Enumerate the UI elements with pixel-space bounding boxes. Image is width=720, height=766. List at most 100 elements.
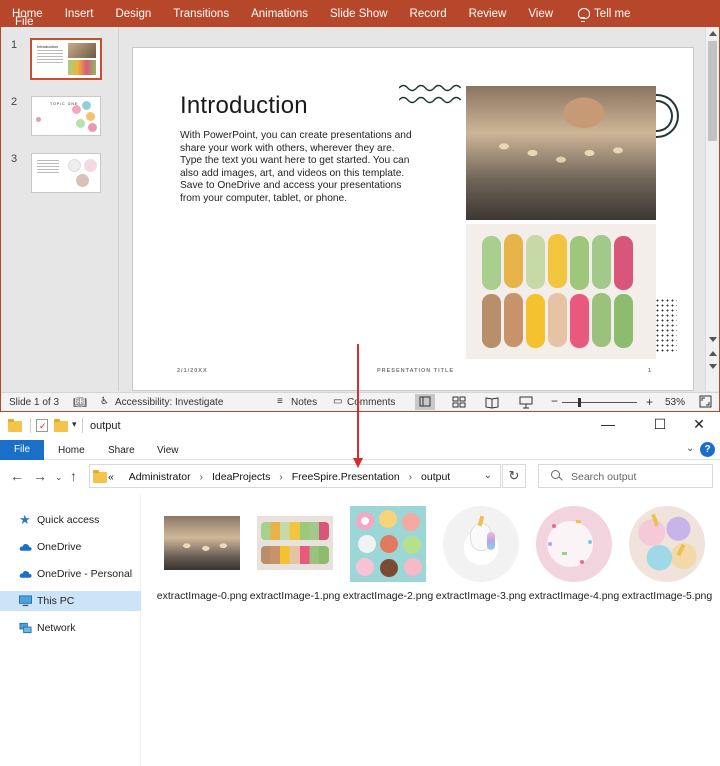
folder-icon xyxy=(8,419,22,432)
slide-sorter-button[interactable] xyxy=(449,394,469,410)
zoom-out-button[interactable]: − xyxy=(551,394,558,408)
tab-file[interactable]: File xyxy=(0,440,44,460)
thumbnail-image xyxy=(68,60,96,75)
new-folder-icon[interactable] xyxy=(54,419,68,432)
file-name: extractImage-4.png xyxy=(528,590,620,602)
tab-review[interactable]: Review xyxy=(458,1,518,27)
thumbnail-row-1[interactable]: 1 Introduction xyxy=(1,27,119,80)
tab-transitions[interactable]: Transitions xyxy=(162,1,240,27)
macaron xyxy=(526,294,545,348)
breadcrumb-overflow[interactable]: « xyxy=(108,471,114,483)
macaron xyxy=(548,293,567,347)
thumbnail-donut xyxy=(82,101,91,110)
address-dropdown-icon[interactable]: ⌄ xyxy=(484,470,492,481)
comments-button[interactable]: Comments xyxy=(347,397,395,408)
thumbnail-row-3[interactable]: 3 xyxy=(1,141,119,193)
back-arrow-icon[interactable]: ← xyxy=(10,468,24,484)
normal-view-button[interactable] xyxy=(415,394,435,410)
unicorn-mane xyxy=(487,532,495,550)
nav-item-quick-access[interactable]: ★ Quick access xyxy=(0,510,141,530)
maximize-button[interactable]: ☐ xyxy=(650,416,670,433)
slide-thumbnail-2[interactable]: TOPIC ONE xyxy=(31,96,101,136)
unicorn-horn xyxy=(651,513,659,527)
slide-sorter-icon xyxy=(452,396,466,408)
tab-share[interactable]: Share xyxy=(108,445,135,456)
tell-me-search[interactable]: Tell me xyxy=(564,8,630,22)
donut xyxy=(404,558,422,576)
macarons-photo[interactable] xyxy=(466,224,656,359)
breadcrumb-administrator[interactable]: Administrator xyxy=(129,471,191,483)
thumbnail-donut xyxy=(76,119,85,128)
up-arrow-icon[interactable]: ↑ xyxy=(70,468,77,484)
slide-thumbnail-1[interactable]: Introduction xyxy=(30,38,102,80)
slide-body-text[interactable]: With PowerPoint, you can create presenta… xyxy=(180,130,415,206)
thumbnail-row-2[interactable]: 2 TOPIC ONE xyxy=(1,84,119,136)
status-bar: Slide 1 of 3 📖︎ ♿︎ Accessibility: Invest… xyxy=(1,392,719,411)
forward-arrow-icon[interactable]: → xyxy=(33,468,47,484)
nav-item-this-pc[interactable]: This PC xyxy=(0,591,141,611)
nav-item-label: This PC xyxy=(37,595,75,607)
file-item[interactable]: extractImage-0.png xyxy=(156,502,248,612)
breadcrumb-output[interactable]: output xyxy=(421,471,450,483)
breadcrumb-ideaprojects[interactable]: IdeaProjects xyxy=(212,471,270,483)
bakery-photo[interactable] xyxy=(466,86,656,220)
spell-check-icon[interactable]: 📖︎ xyxy=(73,396,87,409)
slide-title[interactable]: Introduction xyxy=(180,92,308,120)
scrollbar-thumb[interactable] xyxy=(708,41,717,141)
scroll-down-arrow-icon[interactable] xyxy=(709,337,717,342)
zoom-slider-thumb[interactable] xyxy=(578,398,581,407)
address-bar[interactable]: « Administrator › IdeaProjects › FreeSpi… xyxy=(89,464,501,488)
scroll-up-arrow-icon[interactable] xyxy=(709,31,717,36)
zoom-level[interactable]: 53% xyxy=(665,397,685,408)
fit-window-icon xyxy=(699,395,712,408)
donut xyxy=(403,536,421,554)
tab-animations[interactable]: Animations xyxy=(240,1,319,27)
refresh-button[interactable]: ↻ xyxy=(502,464,526,488)
zoom-slider[interactable] xyxy=(562,402,637,403)
accessibility-icon[interactable]: ♿︎ xyxy=(100,396,109,407)
file-item[interactable]: extractImage-4.png xyxy=(528,502,620,612)
tab-record[interactable]: Record xyxy=(399,1,458,27)
previous-slide-icon[interactable] xyxy=(709,351,717,356)
tab-home[interactable]: Home xyxy=(58,445,85,456)
file-item[interactable]: extractImage-3.png xyxy=(435,502,527,612)
file-item[interactable]: extractImage-1.png xyxy=(249,502,341,612)
slide-show-button[interactable] xyxy=(516,394,536,410)
tab-design[interactable]: Design xyxy=(104,1,162,27)
network-icon xyxy=(19,622,32,634)
tab-slide-show[interactable]: Slide Show xyxy=(319,1,399,27)
nav-item-onedrive[interactable]: OneDrive xyxy=(0,537,141,557)
breadcrumb-freespire-presentation[interactable]: FreeSpire.Presentation xyxy=(292,471,400,483)
next-slide-icon[interactable] xyxy=(709,364,717,369)
file-name: extractImage-0.png xyxy=(156,590,248,602)
minimize-button[interactable]: — xyxy=(598,416,618,432)
file-item[interactable]: extractImage-5.png xyxy=(621,502,713,612)
thumbnail-donut xyxy=(36,117,41,122)
recent-locations-icon[interactable]: ⌄ xyxy=(55,472,63,483)
nav-item-network[interactable]: Network xyxy=(0,618,141,638)
nav-item-onedrive-personal[interactable]: OneDrive - Personal xyxy=(0,564,141,584)
search-box[interactable]: Search output xyxy=(538,464,713,488)
vertical-scrollbar[interactable] xyxy=(705,27,719,391)
comments-icon[interactable]: ▭ xyxy=(333,396,342,407)
zoom-in-button[interactable]: + xyxy=(646,395,653,409)
breadcrumb: « Administrator › IdeaProjects › FreeSpi… xyxy=(108,471,450,483)
fit-to-window-icon[interactable] xyxy=(699,395,712,411)
tab-view[interactable]: View xyxy=(517,1,564,27)
reading-view-button[interactable] xyxy=(482,394,502,410)
notes-button[interactable]: Notes xyxy=(291,397,317,408)
file-item[interactable]: extractImage-2.png xyxy=(342,502,434,612)
close-button[interactable]: ✕ xyxy=(689,416,709,433)
quick-access-toolbar-dropdown-icon[interactable]: ▾ xyxy=(72,419,77,430)
slide-footer-title: PRESENTATION TITLE xyxy=(377,368,455,374)
help-icon[interactable]: ? xyxy=(700,442,715,457)
decorative-wave xyxy=(399,84,462,104)
slide-canvas[interactable]: Introduction With PowerPoint, you can cr… xyxy=(132,47,694,391)
slide-thumbnail-3[interactable] xyxy=(31,153,101,193)
red-arrow-line xyxy=(357,344,359,458)
accessibility-status[interactable]: Accessibility: Investigate xyxy=(115,397,223,408)
properties-icon[interactable]: ✓ xyxy=(36,419,48,432)
tab-view[interactable]: View xyxy=(157,445,179,456)
expand-ribbon-icon[interactable]: ⌄ xyxy=(686,443,694,454)
notes-icon[interactable]: ≡ xyxy=(277,396,283,407)
